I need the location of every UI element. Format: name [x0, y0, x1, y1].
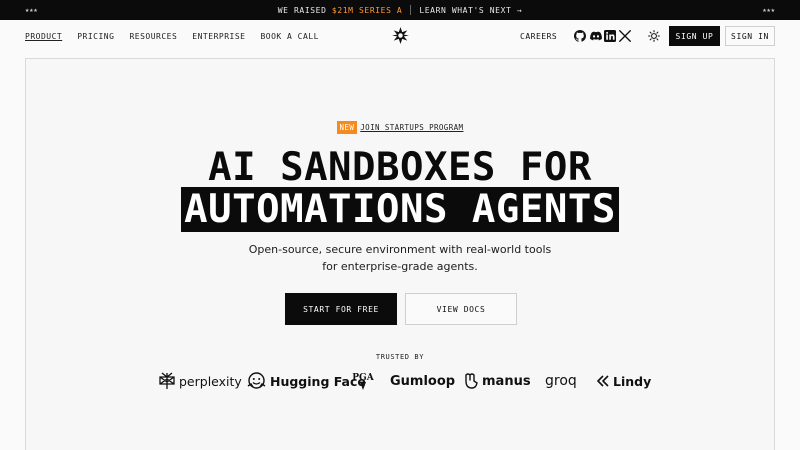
hero-section: NEW JOIN STARTUPS PROGRAM AI SANDBOXES FO…	[25, 58, 775, 450]
announcement-prefix: WE RAISED	[277, 6, 332, 15]
pga-icon: PGA	[352, 373, 374, 390]
gumloop-logo: Gumloop	[390, 371, 455, 391]
nav-link-pricing[interactable]: PRICING	[77, 32, 114, 41]
logo-icon[interactable]	[392, 27, 409, 44]
hero-title-line-2: AUTOMATIONS AGENTS	[26, 187, 774, 232]
announcement-divider	[410, 5, 412, 15]
perplexity-icon	[159, 372, 175, 389]
pga-logo: PGA	[352, 371, 374, 391]
hero-subtitle-line-2: for enterprise-grade agents.	[322, 260, 478, 273]
start-for-free-button[interactable]: START FOR FREE	[285, 293, 397, 325]
perplexity-logo: perplexity	[159, 371, 242, 391]
nav-link-enterprise[interactable]: ENTERPRISE	[192, 32, 245, 41]
view-docs-button[interactable]: VIEW DOCS	[405, 293, 517, 325]
pga-text: PGA	[352, 373, 374, 383]
stars-right: ★★★	[762, 6, 775, 14]
nav-link-product[interactable]: PRODUCT	[25, 32, 62, 41]
nav-link-resources[interactable]: RESOURCES	[129, 32, 177, 41]
x-icon[interactable]	[619, 30, 631, 42]
manus-logo: manus	[463, 371, 531, 391]
sun-icon[interactable]	[648, 30, 660, 42]
hugging-face-icon	[247, 372, 266, 389]
startup-program-banner[interactable]: NEW JOIN STARTUPS PROGRAM	[26, 121, 774, 134]
sign-in-button[interactable]: SIGN IN	[725, 26, 775, 46]
hugging-face-logo: Hugging Face	[247, 371, 366, 391]
hero-subtitle-line-1: Open-source, secure environment with rea…	[248, 243, 552, 256]
nav-link-book-a-call[interactable]: BOOK A CALL	[260, 32, 318, 41]
nav-links: PRODUCT PRICING RESOURCES ENTERPRISE BOO…	[25, 32, 319, 41]
sign-up-button[interactable]: SIGN UP	[669, 26, 720, 46]
new-badge: NEW	[336, 121, 358, 134]
github-icon[interactable]	[574, 30, 586, 42]
announcement-link[interactable]: LEARN WHAT'S NEXT →	[419, 6, 522, 15]
discord-icon[interactable]	[590, 30, 602, 42]
hero-title-highlight: AUTOMATIONS AGENTS	[181, 187, 619, 232]
lindy-wordmark: Lindy	[613, 373, 652, 389]
manus-wordmark: manus	[482, 373, 531, 389]
lindy-icon	[597, 375, 609, 387]
trusted-by-label: TRUSTED BY	[375, 353, 425, 361]
nav-link-careers[interactable]: CAREERS	[520, 32, 557, 41]
top-nav: PRODUCT PRICING RESOURCES ENTERPRISE BOO…	[0, 20, 800, 56]
announcement-message[interactable]: WE RAISED $21M SERIES A LEARN WHAT'S NEXT…	[0, 5, 800, 15]
linkedin-icon[interactable]	[604, 30, 616, 42]
join-startups-link[interactable]: JOIN STARTUPS PROGRAM	[360, 123, 463, 132]
manus-icon	[465, 373, 478, 389]
groq-logo: groq	[545, 371, 577, 391]
lindy-logo: Lindy	[597, 371, 651, 391]
groq-wordmark: groq	[545, 373, 577, 389]
announcement-highlight: $21M SERIES A	[331, 6, 403, 15]
announcement-bar[interactable]: ★★★ WE RAISED $21M SERIES A LEARN WHAT'S …	[0, 0, 800, 20]
gumloop-wordmark: Gumloop	[390, 373, 456, 389]
hero-title-line-1: AI SANDBOXES FOR	[208, 145, 592, 190]
perplexity-wordmark: perplexity	[179, 373, 242, 389]
